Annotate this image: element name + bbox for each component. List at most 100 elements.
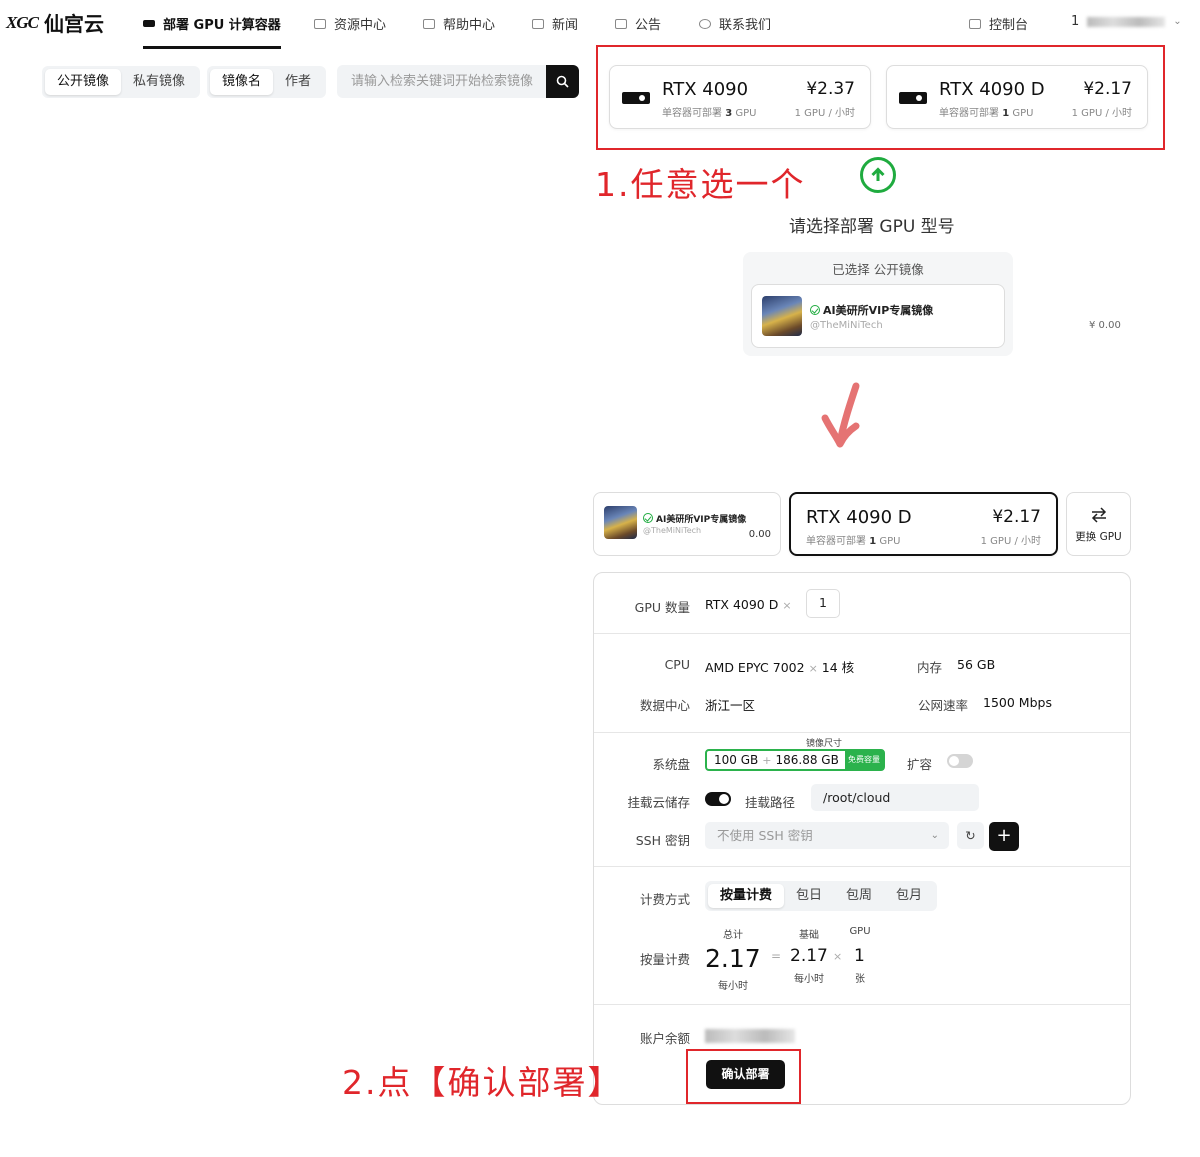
nav-announcements[interactable]: 公告 bbox=[615, 14, 661, 33]
add-ssh-key-button[interactable]: + bbox=[989, 822, 1019, 851]
arrow-down-icon bbox=[821, 382, 860, 448]
search-button[interactable] bbox=[546, 65, 579, 98]
plus-icon: + bbox=[996, 825, 1012, 846]
cpu-label: CPU bbox=[664, 657, 690, 672]
gpu-card-icon bbox=[622, 92, 650, 104]
gpu-option-card[interactable]: RTX 4090 单容器可部署 3 GPU ¥2.37 1 GPU / 小时 bbox=[609, 65, 871, 129]
chosen-image-card[interactable]: AI美研所VIP专属镜像 @TheMiNiTech 0.00 bbox=[593, 492, 781, 556]
image-thumbnail bbox=[762, 296, 802, 336]
gpu-capacity: 单容器可部署 1 GPU bbox=[939, 108, 1034, 119]
gpu-count-label: GPU 数量 bbox=[634, 600, 690, 615]
selected-image-card[interactable]: AI美研所VIP专属镜像 @TheMiNiTech bbox=[751, 284, 1005, 348]
cloud-storage-label: 挂载云储存 bbox=[627, 795, 690, 810]
base-unit: 每小时 bbox=[794, 974, 824, 985]
gpu-price: ¥2.17 bbox=[992, 507, 1041, 527]
tab-pay-as-you-go[interactable]: 按量计费 bbox=[708, 884, 785, 908]
gpu-price: ¥2.37 bbox=[806, 79, 855, 99]
ssh-key-select[interactable]: 不使用 SSH 密钥 ⌄ bbox=[705, 822, 949, 849]
gpu-price-unit: 1 GPU / 小时 bbox=[1071, 108, 1132, 119]
gpu-option-card[interactable]: RTX 4090 D 单容器可部署 1 GPU ¥2.17 1 GPU / 小时 bbox=[886, 65, 1148, 129]
datacenter-value: 浙江一区 bbox=[705, 698, 756, 713]
search-by-tabs: 镜像名 作者 bbox=[207, 66, 327, 98]
help-icon bbox=[423, 18, 435, 29]
verified-icon bbox=[643, 513, 653, 523]
gpu-caption: GPU bbox=[849, 926, 871, 937]
nav-console[interactable]: 控制台 bbox=[969, 14, 1028, 33]
gpu-name: RTX 4090 D bbox=[939, 79, 1045, 100]
chevron-down-icon: ⌄ bbox=[1173, 16, 1182, 27]
nav-contact[interactable]: 联系我们 bbox=[699, 14, 771, 33]
brand-name: 仙宫云 bbox=[43, 12, 104, 36]
image-name: AI美研所VIP专属镜像 bbox=[810, 302, 933, 318]
headset-icon bbox=[699, 18, 711, 29]
memory-value: 56 GB bbox=[957, 657, 996, 672]
refresh-ssh-button[interactable]: ↻ bbox=[957, 822, 984, 849]
image-thumbnail bbox=[604, 506, 637, 539]
top-navbar: XGC 仙宫云 部署 GPU 计算容器 资源中心 帮助中心 新闻 公告 联系我们… bbox=[0, 0, 1200, 49]
gpu-capacity: 单容器可部署 3 GPU bbox=[662, 108, 757, 119]
tab-monthly[interactable]: 包月 bbox=[884, 884, 934, 908]
memory-label: 内存 bbox=[916, 660, 942, 675]
image-author: @TheMiNiTech bbox=[643, 526, 702, 535]
nav-resources[interactable]: 资源中心 bbox=[314, 14, 386, 33]
gpu-count-model: RTX 4090 D × bbox=[705, 597, 792, 612]
nav-label: 资源中心 bbox=[334, 18, 387, 33]
chevron-down-icon: ⌄ bbox=[930, 830, 939, 841]
gpu-count-input[interactable]: 1 bbox=[806, 589, 840, 618]
gpu-price-unit: 1 GPU / 小时 bbox=[794, 108, 855, 119]
bandwidth-value: 1500 Mbps bbox=[983, 695, 1052, 710]
swap-icon bbox=[1091, 507, 1106, 523]
tab-public-images[interactable]: 公开镜像 bbox=[45, 69, 122, 95]
brand-logo[interactable]: XGC 仙宫云 bbox=[6, 8, 104, 37]
selected-image-price: ¥ 0.00 bbox=[1089, 320, 1121, 331]
change-gpu-button[interactable]: 更换 GPU bbox=[1066, 492, 1131, 556]
cost-label: 按量计费 bbox=[639, 952, 690, 967]
nav-label: 公告 bbox=[635, 18, 662, 33]
redacted-account bbox=[1087, 16, 1166, 27]
active-nav-underline bbox=[143, 46, 281, 49]
image-name: AI美研所VIP专属镜像 bbox=[643, 512, 746, 525]
divider bbox=[594, 732, 1130, 733]
base-value: 2.17 bbox=[790, 946, 828, 966]
logo-mark: XGC bbox=[6, 12, 39, 32]
nav-label: 联系我们 bbox=[719, 18, 772, 33]
total-value: 2.17 bbox=[705, 944, 761, 973]
nav-deploy-gpu[interactable]: 部署 GPU 计算容器 bbox=[143, 14, 281, 33]
nav-label: 帮助中心 bbox=[443, 18, 496, 33]
gpu-name: RTX 4090 bbox=[662, 79, 749, 100]
billing-tabs: 按量计费 包日 包周 包月 bbox=[705, 881, 938, 911]
gpu-name: RTX 4090 D bbox=[806, 507, 912, 528]
image-price: 0.00 bbox=[748, 529, 771, 540]
change-gpu-label: 更换 GPU bbox=[1075, 531, 1122, 543]
datacenter-label: 数据中心 bbox=[639, 698, 690, 713]
image-source-tabs: 公开镜像 私有镜像 bbox=[42, 66, 201, 98]
search-input[interactable] bbox=[337, 65, 546, 98]
expand-toggle[interactable] bbox=[947, 754, 973, 768]
tab-daily[interactable]: 包日 bbox=[784, 884, 834, 908]
nav-help[interactable]: 帮助中心 bbox=[423, 14, 495, 33]
nav-news[interactable]: 新闻 bbox=[532, 14, 578, 33]
tab-private-images[interactable]: 私有镜像 bbox=[121, 69, 197, 95]
disk-label: 系统盘 bbox=[652, 757, 690, 772]
base-caption: 基础 bbox=[799, 930, 819, 941]
tab-image-name[interactable]: 镜像名 bbox=[210, 69, 274, 95]
divider bbox=[594, 866, 1130, 867]
total-caption: 总计 bbox=[723, 930, 743, 941]
nav-label: 控制台 bbox=[989, 18, 1029, 33]
expand-label: 扩容 bbox=[907, 757, 933, 772]
chosen-gpu-card[interactable]: RTX 4090 D 单容器可部署 1 GPU ¥2.17 1 GPU / 小时 bbox=[789, 492, 1058, 556]
annotation-step2: 2.点【确认部署】 bbox=[342, 1063, 623, 1102]
grid-icon bbox=[969, 18, 981, 29]
divider bbox=[594, 1004, 1130, 1005]
user-menu[interactable]: 1 ⌄ bbox=[1071, 14, 1182, 29]
gpu-qty-unit: 张 bbox=[855, 974, 865, 985]
tab-author[interactable]: 作者 bbox=[273, 69, 323, 95]
nav-label: 新闻 bbox=[552, 18, 579, 33]
mount-path-input[interactable]: /root/cloud bbox=[811, 784, 979, 811]
verified-icon bbox=[810, 305, 820, 315]
arrow-up-circle-icon bbox=[860, 157, 896, 193]
tab-weekly[interactable]: 包周 bbox=[834, 884, 884, 908]
divider bbox=[594, 633, 1130, 634]
selected-image-panel: 已选择 公开镜像 AI美研所VIP专属镜像 @TheMiNiTech bbox=[743, 252, 1013, 356]
cloud-storage-toggle[interactable] bbox=[705, 792, 731, 806]
